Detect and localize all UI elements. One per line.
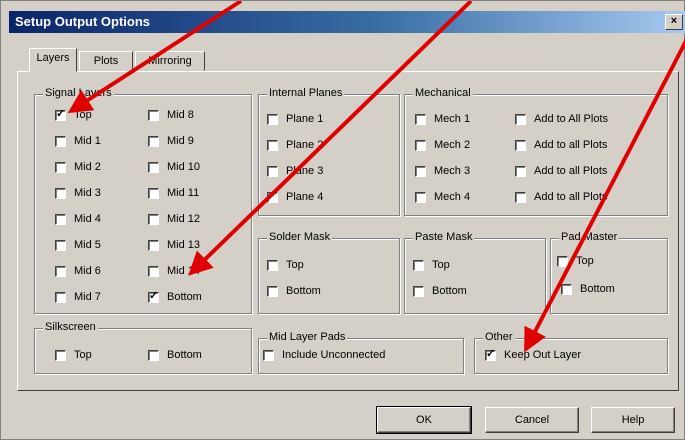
arrow-to-top-layer [67, 1, 243, 114]
arrow-to-mid-14 [188, 1, 473, 276]
setup-output-options-dialog: Setup Output Options × Layers Plots Mirr… [0, 0, 685, 440]
tab-layers[interactable]: Layers [29, 48, 77, 72]
arrow-to-keep-out-layer [524, 38, 685, 353]
annotation-arrows [67, 1, 685, 353]
